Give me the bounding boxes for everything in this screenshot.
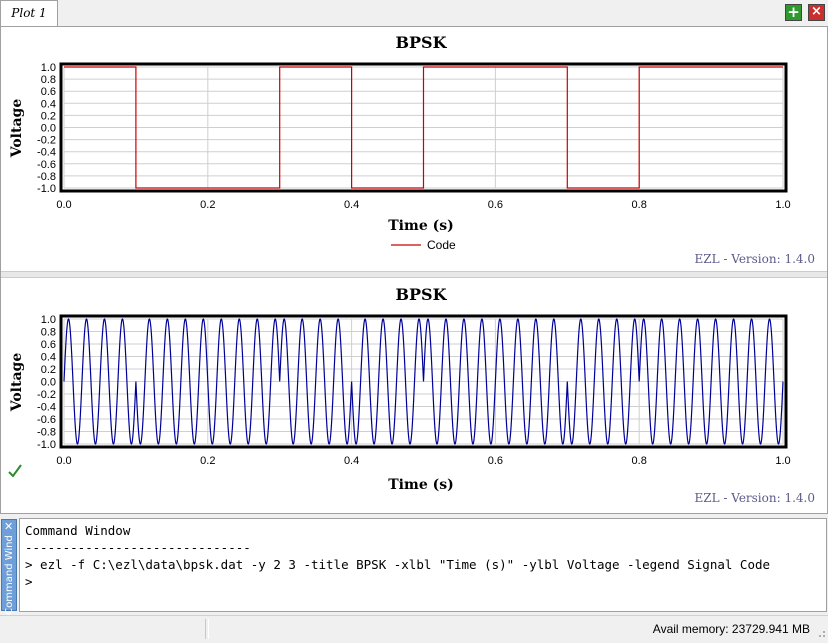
series-line: [63, 318, 784, 445]
memory-status: Avail memory: 23729.941 MB: [652, 622, 810, 636]
x-tick-label: 0.0: [56, 455, 71, 467]
tab-bar: [0, 0, 828, 26]
y-tick-label: -0.6: [37, 159, 56, 171]
y-tick-label: 1.0: [41, 62, 56, 74]
x-tick-label: 0.4: [344, 455, 359, 467]
y-tick-label: -0.4: [37, 147, 56, 159]
checkmark-icon: [8, 464, 22, 478]
status-divider: [205, 619, 209, 639]
plot-1: BPSK Voltage Time (s) Code EZL - Version…: [9, 33, 816, 266]
x-tick-label: 1.0: [775, 455, 790, 467]
y-tick-label: -0.4: [37, 402, 56, 414]
y-tick-label: -0.8: [37, 427, 56, 439]
close-icon[interactable]: ✕: [4, 521, 13, 532]
command-line: Command Window: [25, 523, 131, 538]
plot-2-version: EZL - Version: 1.4.0: [695, 491, 816, 505]
plot-2-ylabel: Voltage: [9, 353, 25, 413]
plot-1-xlabel: Time (s): [388, 218, 453, 234]
x-tick-label: 0.2: [200, 199, 215, 211]
y-tick-label: 0.2: [41, 110, 56, 122]
y-tick-label: 0.6: [41, 86, 56, 98]
y-tick-label: 0.8: [41, 327, 56, 339]
y-tick-label: 0.6: [41, 339, 56, 351]
plot-2-title: BPSK: [395, 285, 447, 304]
y-tick-label: -0.2: [37, 135, 56, 147]
y-tick-label: 0.0: [41, 377, 56, 389]
command-line: > ezl -f C:\ezl\data\bpsk.dat -y 2 3 -ti…: [25, 557, 771, 572]
command-window[interactable]: Command Window --------------------------…: [19, 518, 827, 612]
plot-1-version: EZL - Version: 1.4.0: [695, 252, 816, 266]
plus-icon[interactable]: +: [785, 4, 802, 21]
close-icon[interactable]: ×: [808, 4, 825, 21]
y-tick-label: 0.8: [41, 74, 56, 86]
y-tick-label: -1.0: [37, 439, 56, 451]
y-tick-label: -0.6: [37, 414, 56, 426]
plot-2-xlabel: Time (s): [388, 477, 453, 493]
y-tick-label: 0.0: [41, 123, 56, 135]
y-tick-label: -1.0: [37, 183, 56, 195]
x-tick-label: 1.0: [775, 199, 790, 211]
x-tick-label: 0.2: [200, 455, 215, 467]
x-tick-label: 0.0: [56, 199, 71, 211]
x-tick-label: 0.8: [632, 455, 647, 467]
resize-grip-icon[interactable]: [816, 628, 826, 638]
y-tick-label: -0.2: [37, 389, 56, 401]
y-tick-label: 1.0: [41, 314, 56, 326]
x-tick-label: 0.4: [344, 199, 359, 211]
x-tick-label: 0.8: [632, 199, 647, 211]
command-window-tab-label: Command Wind: [4, 535, 15, 615]
y-tick-label: 0.4: [41, 352, 56, 364]
x-tick-label: 0.6: [488, 455, 503, 467]
y-tick-label: 0.2: [41, 364, 56, 376]
plot-2: BPSK Voltage Time (s) EZL - Version: 1.4…: [9, 285, 816, 505]
y-tick-label: -0.8: [37, 171, 56, 183]
plot-separator[interactable]: [1, 271, 827, 278]
tab-plot-1[interactable]: Plot 1: [0, 0, 58, 26]
plot-1-ylabel: Voltage: [9, 99, 25, 159]
x-tick-label: 0.6: [488, 199, 503, 211]
command-prompt[interactable]: >: [25, 573, 821, 590]
plot-1-title: BPSK: [395, 33, 447, 52]
command-window-tab[interactable]: ✕ Command Wind: [1, 519, 17, 615]
legend-code-label: Code: [427, 238, 456, 252]
y-tick-label: 0.4: [41, 98, 56, 110]
command-line: ------------------------------: [25, 540, 251, 555]
